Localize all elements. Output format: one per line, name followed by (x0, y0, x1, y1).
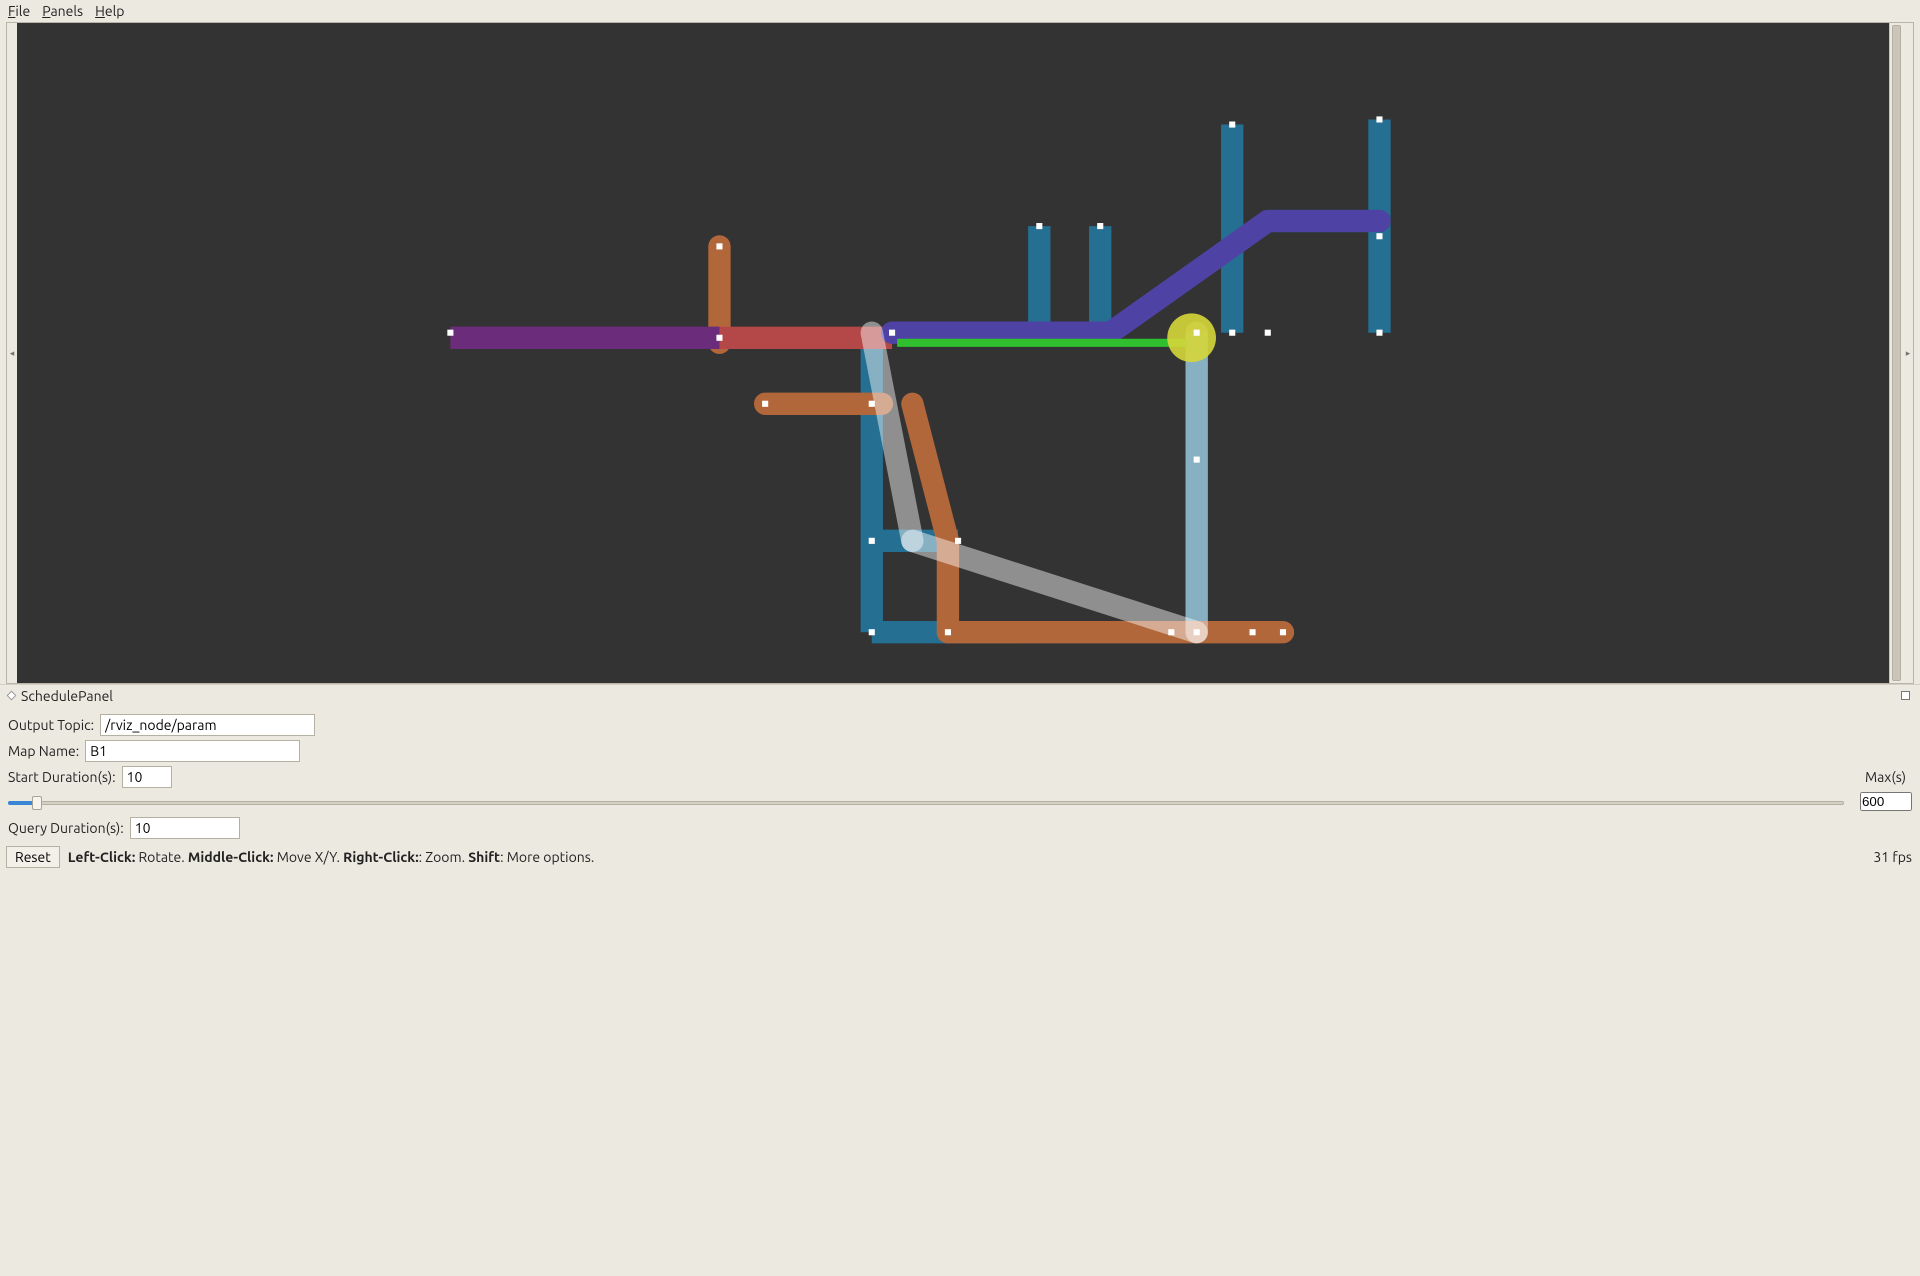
start-duration-input[interactable] (122, 766, 172, 788)
menu-panels[interactable]: Panels (42, 3, 83, 19)
map-name-input[interactable] (85, 740, 300, 762)
slider-thumb[interactable] (32, 796, 42, 810)
left-dock-handle[interactable]: ◂ (7, 23, 17, 683)
slider-track (8, 801, 1844, 805)
duration-slider[interactable] (8, 794, 1844, 810)
map-canvas[interactable] (17, 23, 1889, 683)
panel-toggle-icon[interactable] (7, 691, 17, 701)
query-duration-input[interactable] (130, 817, 240, 839)
reset-button[interactable]: Reset (6, 846, 60, 868)
viewport-scrollbar[interactable] (1889, 23, 1903, 683)
viewport-container: ◂ ▸ (6, 22, 1914, 684)
scrollbar-thumb[interactable] (1892, 25, 1901, 681)
fps-readout: 31 fps (1873, 849, 1912, 865)
panel-title: SchedulePanel (21, 688, 1901, 704)
schedule-panel: Output Topic: Map Name: Start Duration(s… (0, 706, 1920, 845)
rviz-viewport[interactable] (17, 23, 1889, 683)
menubar: File Panels Help (0, 0, 1920, 22)
query-duration-label: Query Duration(s): (8, 820, 124, 836)
status-bar: Reset Left-Click: Rotate. Middle-Click: … (0, 845, 1920, 871)
menu-file[interactable]: File (8, 3, 30, 19)
start-duration-label: Start Duration(s): (8, 769, 116, 785)
output-topic-label: Output Topic: (8, 717, 94, 733)
schedule-panel-header[interactable]: SchedulePanel (0, 684, 1920, 706)
max-label: Max(s) (1865, 769, 1906, 785)
max-value-input[interactable] (1860, 792, 1912, 811)
right-dock-handle[interactable]: ▸ (1903, 23, 1913, 683)
panel-close-icon[interactable] (1901, 691, 1910, 700)
map-name-label: Map Name: (8, 743, 79, 759)
menu-help[interactable]: Help (95, 3, 124, 19)
interaction-hint: Left-Click: Rotate. Middle-Click: Move X… (68, 849, 1862, 865)
output-topic-input[interactable] (100, 714, 315, 736)
